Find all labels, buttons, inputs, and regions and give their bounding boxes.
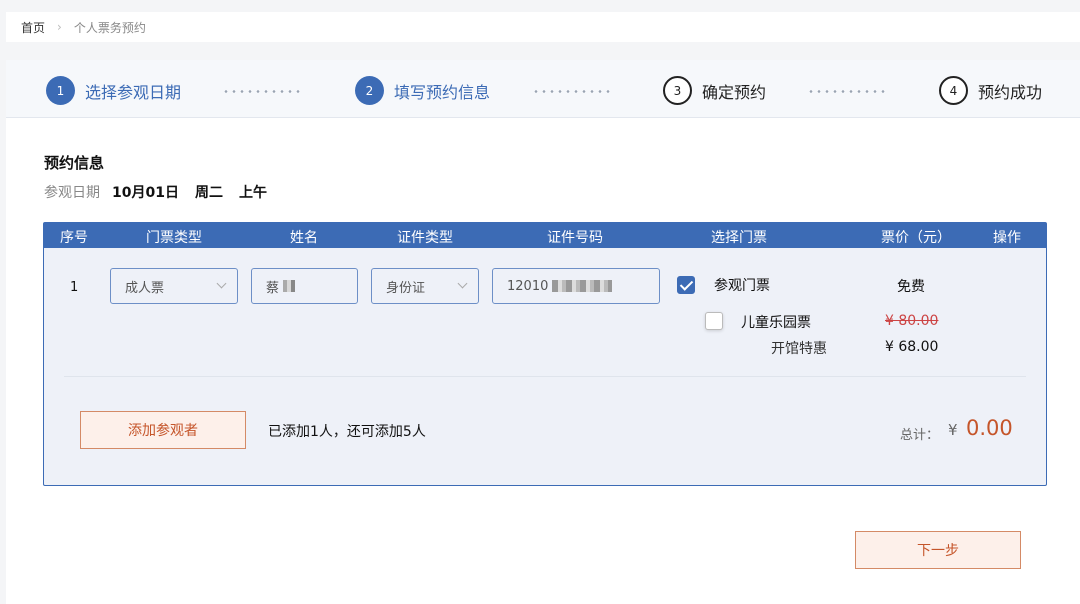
step-connector xyxy=(532,90,612,93)
step-connector xyxy=(807,90,887,93)
redacted-mark xyxy=(552,280,613,292)
id-number-value: 12010 xyxy=(507,278,549,294)
row-index: 1 xyxy=(70,280,79,295)
period-value: 上午 xyxy=(238,185,267,201)
ticket-checkbox-general[interactable] xyxy=(677,276,695,294)
add-visitor-button[interactable]: 添加参观者 xyxy=(80,411,246,449)
progress-stepper: 1 选择参观日期 2 填写预约信息 3 确定预约 4 预约成功 xyxy=(6,60,1080,118)
col-action: 操作 xyxy=(993,230,1021,246)
step-4: 4 预约成功 xyxy=(939,76,1042,105)
step-2: 2 填写预约信息 xyxy=(355,76,490,105)
step-number: 4 xyxy=(939,76,968,105)
col-id-type: 证件类型 xyxy=(397,230,453,246)
total-label: 总计： xyxy=(900,428,940,443)
visitor-count-info: 已添加1人，还可添加5人 xyxy=(268,424,426,440)
divider xyxy=(64,376,1026,377)
ticket-checkbox-kids[interactable] xyxy=(705,312,723,330)
date-label: 参观日期 xyxy=(44,185,100,201)
col-name: 姓名 xyxy=(290,230,318,246)
step-number: 2 xyxy=(355,76,384,105)
col-select-ticket: 选择门票 xyxy=(711,230,767,246)
table-header: 序号 门票类型 姓名 证件类型 证件号码 选择门票 票价（元） 操作 xyxy=(44,223,1046,248)
weekday-value: 周二 xyxy=(194,185,223,201)
step-3: 3 确定预约 xyxy=(663,76,766,105)
id-type-select[interactable]: 身份证 xyxy=(371,268,479,304)
table-row: 1 成人票 蔡 身份证 12010 参观门票 免费 儿童乐园票 ¥ 80.00 … xyxy=(44,248,1046,376)
breadcrumb-current: 个人票务预约 xyxy=(73,20,146,35)
ticket-type-value: 成人票 xyxy=(125,280,165,296)
id-number-input[interactable]: 12010 xyxy=(492,268,660,304)
step-label: 确定预约 xyxy=(702,82,767,102)
section-title: 预约信息 xyxy=(44,154,105,172)
step-label: 填写预约信息 xyxy=(394,82,491,102)
col-index: 序号 xyxy=(60,230,88,246)
redacted-mark xyxy=(283,280,296,292)
breadcrumb-home[interactable]: 首页 xyxy=(21,19,45,36)
chevron-down-icon xyxy=(216,278,227,289)
col-id-number: 证件号码 xyxy=(547,230,603,246)
step-number: 1 xyxy=(46,76,75,105)
ticket-name: 参观门票 xyxy=(714,278,770,294)
name-value: 蔡 xyxy=(266,280,280,296)
col-price: 票价（元） xyxy=(881,230,951,246)
step-label: 选择参观日期 xyxy=(85,82,182,102)
step-connector xyxy=(222,90,302,93)
main-content: 预约信息 参观日期 10月01日 周二 上午 序号 门票类型 姓名 证件类型 证… xyxy=(6,118,1080,604)
step-1: 1 选择参观日期 xyxy=(46,76,181,105)
promo-price: ¥ 68.00 xyxy=(885,339,939,355)
ticket-name: 儿童乐园票 xyxy=(741,315,811,331)
id-type-value: 身份证 xyxy=(386,280,426,296)
ticket-type-select[interactable]: 成人票 xyxy=(110,268,238,304)
breadcrumb: 首页 › 个人票务预约 xyxy=(6,12,1080,42)
chevron-down-icon xyxy=(457,278,468,289)
date-value: 10月01日 xyxy=(112,185,179,201)
name-input[interactable]: 蔡 xyxy=(251,268,358,304)
visitor-table: 序号 门票类型 姓名 证件类型 证件号码 选择门票 票价（元） 操作 1 成人票… xyxy=(43,222,1047,486)
col-ticket-type: 门票类型 xyxy=(146,230,202,246)
visit-date-row: 参观日期 10月01日 周二 上午 xyxy=(44,182,283,202)
promo-label: 开馆特惠 xyxy=(771,341,827,357)
step-number: 3 xyxy=(663,76,692,105)
next-step-button[interactable]: 下一步 xyxy=(855,531,1021,569)
total-value: 0.00 xyxy=(966,416,1013,440)
ticket-price: 免费 xyxy=(897,279,925,295)
chevron-right-icon: › xyxy=(57,20,62,34)
ticket-original-price: ¥ 80.00 xyxy=(885,313,939,329)
currency-symbol: ¥ xyxy=(948,421,958,439)
step-label: 预约成功 xyxy=(978,82,1043,102)
